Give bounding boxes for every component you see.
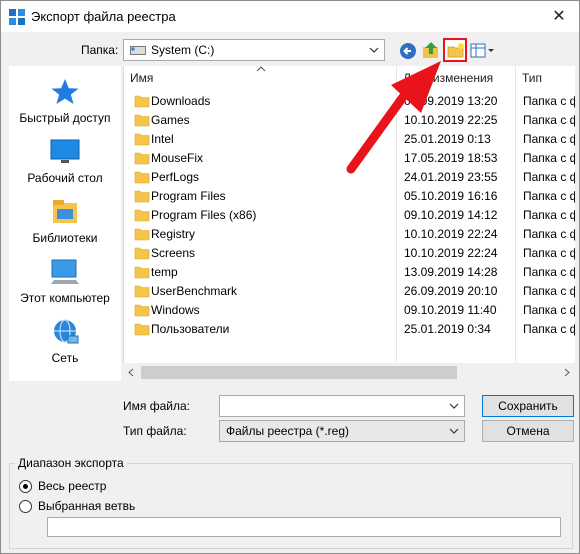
file-type: Папка с ф <box>523 94 575 108</box>
scroll-right-icon[interactable] <box>563 368 571 377</box>
folder-icon <box>134 189 150 203</box>
file-name: Games <box>151 113 190 127</box>
file-type: Папка с ф <box>523 132 575 146</box>
scrollbar-thumb[interactable] <box>141 366 457 379</box>
file-name: MouseFix <box>151 151 204 165</box>
file-name: Windows <box>151 303 200 317</box>
chevron-down-icon <box>368 44 380 56</box>
scroll-left-icon[interactable] <box>127 368 135 377</box>
desktop-icon <box>49 137 81 167</box>
file-name: Пользователи <box>151 322 230 336</box>
filetype-value: Файлы реестра (*.reg) <box>226 424 349 438</box>
folder-icon <box>134 227 150 241</box>
sidebar-label: Рабочий стол <box>27 171 103 185</box>
file-name: Downloads <box>151 94 211 108</box>
filename-label: Имя файла: <box>123 399 190 413</box>
file-date: 05.10.2019 16:16 <box>404 189 498 203</box>
sidebar-label: Сеть <box>51 351 79 365</box>
radio-selected-branch-label[interactable]: Выбранная ветвь <box>38 499 135 513</box>
file-type: Папка с ф <box>523 170 575 184</box>
file-type: Папка с ф <box>523 189 575 203</box>
file-row[interactable]: Registry 10.10.2019 22:24 Папка с ф <box>124 225 575 244</box>
file-type: Папка с ф <box>523 208 575 222</box>
file-date: 26.09.2019 20:10 <box>404 284 498 298</box>
file-name: Program Files <box>151 189 226 203</box>
computer-icon <box>49 257 81 287</box>
folder-icon <box>134 246 150 260</box>
sidebar-label: Этот компьютер <box>20 291 110 305</box>
filetype-label: Тип файла: <box>123 424 187 438</box>
filetype-dropdown[interactable]: Файлы реестра (*.reg) <box>219 420 465 442</box>
file-type: Папка с ф <box>523 113 575 127</box>
view-menu-button[interactable] <box>470 42 496 60</box>
file-date: 09.10.2019 11:40 <box>404 303 497 317</box>
drive-icon <box>130 44 146 56</box>
file-date: 25.01.2019 0:34 <box>404 322 491 336</box>
folder-icon <box>134 151 150 165</box>
annotation-arrow <box>341 57 451 177</box>
window-title: Экспорт файла реестра <box>31 9 176 24</box>
file-row[interactable]: Windows 09.10.2019 11:40 Папка с ф <box>124 301 575 320</box>
branch-path-input[interactable] <box>47 517 561 537</box>
folder-icon <box>134 284 150 298</box>
column-header-type[interactable]: Тип <box>516 66 575 90</box>
title-bar: Экспорт файла реестра ✕ <box>1 1 579 32</box>
folder-icon <box>134 113 150 127</box>
file-name: UserBenchmark <box>151 284 238 298</box>
file-name: Registry <box>151 227 196 241</box>
folder-icon <box>134 303 150 317</box>
location-label: Папка: <box>81 43 119 57</box>
file-name: temp <box>151 265 178 279</box>
network-icon <box>49 317 81 347</box>
folder-icon <box>134 322 150 336</box>
sidebar-label: Быстрый доступ <box>19 111 111 125</box>
file-type: Папка с ф <box>523 284 575 298</box>
file-row[interactable]: Пользователи 25.01.2019 0:34 Папка с ф <box>124 320 575 339</box>
file-type: Папка с ф <box>523 151 575 165</box>
radio-all-registry-label[interactable]: Весь реестр <box>38 479 106 493</box>
file-name: Program Files (x86) <box>151 208 257 222</box>
radio-selected-branch[interactable] <box>19 500 32 513</box>
file-name: Screens <box>151 246 196 260</box>
file-name: Intel <box>151 132 174 146</box>
registry-app-icon <box>9 9 25 25</box>
folder-icon <box>134 170 150 184</box>
file-date: 13.09.2019 14:28 <box>404 265 498 279</box>
export-dialog: Экспорт файла реестра ✕ Папка: System (C… <box>0 0 580 554</box>
cancel-button[interactable]: Отмена <box>482 420 574 442</box>
file-type: Папка с ф <box>523 322 575 336</box>
folder-icon <box>134 132 150 146</box>
folder-icon <box>134 208 150 222</box>
folder-icon <box>134 265 150 279</box>
view-menu-icon <box>470 43 494 58</box>
horizontal-scrollbar[interactable] <box>123 363 575 382</box>
folder-icon <box>134 94 150 108</box>
file-row[interactable]: temp 13.09.2019 14:28 Папка с ф <box>124 263 575 282</box>
file-row[interactable]: UserBenchmark 26.09.2019 20:10 Папка с ф <box>124 282 575 301</box>
file-type: Папка с ф <box>523 246 575 260</box>
location-value: System (C:) <box>151 43 215 57</box>
save-button[interactable]: Сохранить <box>482 395 574 417</box>
file-row[interactable]: Program Files (x86) 09.10.2019 14:12 Папка… <box>124 206 575 225</box>
file-row[interactable]: Program Files 05.10.2019 16:16 Папка с ф <box>124 187 575 206</box>
file-type: Папка с ф <box>523 303 575 317</box>
filename-input[interactable] <box>219 395 465 417</box>
chevron-down-icon <box>448 425 460 437</box>
libraries-icon <box>49 197 81 227</box>
file-row[interactable]: Screens 10.10.2019 22:24 Папка с ф <box>124 244 575 263</box>
export-range-title: Диапазон экспорта <box>15 456 127 470</box>
star-icon <box>49 77 81 107</box>
close-button[interactable]: ✕ <box>549 7 569 27</box>
file-type: Папка с ф <box>523 265 575 279</box>
file-name: PerfLogs <box>151 170 200 184</box>
file-type: Папка с ф <box>523 227 575 241</box>
radio-all-registry[interactable] <box>19 480 32 493</box>
sidebar-label: Библиотеки <box>32 231 98 245</box>
file-date: 09.10.2019 14:12 <box>404 208 498 222</box>
file-date: 10.10.2019 22:24 <box>404 246 498 260</box>
file-date: 10.10.2019 22:24 <box>404 227 498 241</box>
chevron-down-icon[interactable] <box>448 400 460 412</box>
